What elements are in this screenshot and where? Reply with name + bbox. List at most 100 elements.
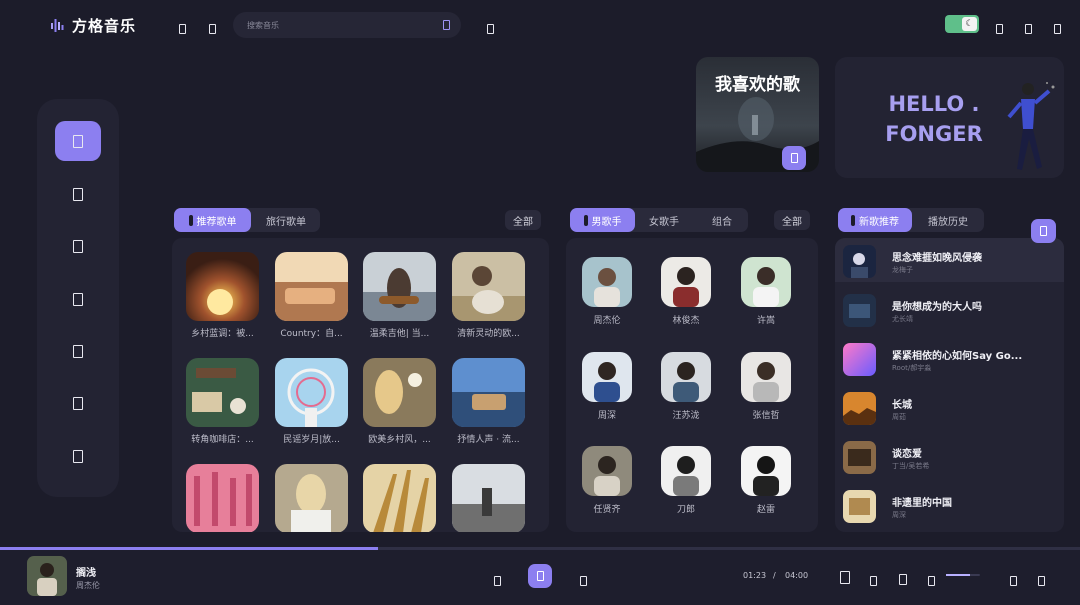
previous-button[interactable] — [494, 571, 501, 590]
settings-button[interactable] — [487, 19, 494, 38]
songs-panel: 思念难捱如晚风侵袭 龙梅子 是你想成为的大人吗 尤长靖 紧紧相依的心如何Say … — [835, 238, 1064, 532]
previous-icon — [494, 576, 501, 586]
song-row[interactable]: 思念难捱如晚风侵袭 龙梅子 — [835, 238, 1064, 282]
volume-fill — [946, 574, 970, 576]
playlist-card[interactable]: 民谣岁月|放... — [275, 358, 348, 445]
hello-line-1: HELLO . — [888, 92, 980, 116]
search-icon[interactable] — [443, 20, 450, 30]
sidebar-item-download[interactable] — [55, 383, 101, 423]
sidebar — [37, 99, 119, 497]
song-title: 非遗里的中国 — [892, 498, 952, 509]
search-box[interactable] — [233, 12, 461, 38]
progress-fill — [0, 547, 378, 550]
singer-name: 张信哲 — [752, 411, 780, 421]
playlist-cover — [452, 464, 525, 532]
progress-bar[interactable] — [0, 547, 1080, 550]
now-playing-artist: 周杰伦 — [76, 581, 100, 590]
maximize-button[interactable] — [1025, 19, 1032, 38]
singer-card[interactable]: 周杰伦 — [577, 257, 637, 326]
playlist-card[interactable]: 抒情人声 · 流... — [452, 358, 525, 445]
playlist-queue-button[interactable] — [840, 569, 850, 588]
next-button[interactable] — [580, 571, 587, 590]
playlist-cover — [452, 358, 525, 427]
sidebar-item-home[interactable] — [55, 121, 101, 161]
playlist-cover — [363, 252, 436, 321]
sidebar-item-playlist[interactable] — [55, 226, 101, 266]
playlist-card[interactable] — [275, 464, 348, 532]
singer-card[interactable]: 林俊杰 — [656, 257, 716, 326]
back-button[interactable] — [179, 19, 186, 38]
favorite-play-button[interactable] — [782, 146, 806, 170]
tab-recommended-playlists[interactable]: 推荐歌单 — [174, 208, 251, 232]
playlist-card[interactable]: 乡村蓝调：被... — [186, 252, 259, 339]
song-artist: 周茹 — [892, 413, 906, 421]
tab-play-history[interactable]: 播放历史 — [918, 208, 978, 232]
play-mode-button[interactable] — [899, 570, 907, 589]
sidebar-item-discover[interactable] — [55, 174, 101, 214]
tab-travel-playlists[interactable]: 旅行歌单 — [255, 208, 317, 232]
user-icon — [73, 449, 83, 463]
song-row[interactable]: 非遗里的中国 周深 — [835, 483, 1064, 527]
singer-avatar — [661, 352, 711, 402]
singer-card[interactable]: 汪苏泷 — [656, 352, 716, 421]
lyrics-button[interactable] — [1010, 571, 1017, 590]
song-row[interactable]: 紧紧相依的心如何Say Go... Root/郝宇淼 — [835, 336, 1064, 380]
playlist-card[interactable]: 欧美乡村风，... — [363, 358, 436, 445]
tab-new-songs[interactable]: 新歌推荐 — [838, 208, 912, 232]
back-icon — [179, 24, 186, 34]
lyrics-icon — [1010, 576, 1017, 586]
volume-slider[interactable] — [946, 574, 980, 576]
like-button[interactable] — [870, 571, 877, 590]
volume-button[interactable] — [928, 571, 935, 590]
now-playing-cover[interactable] — [27, 556, 67, 596]
fullscreen-button[interactable] — [1038, 571, 1045, 590]
singer-card[interactable]: 任贤齐 — [577, 446, 637, 515]
play-all-button[interactable] — [1031, 219, 1056, 243]
playlist-card[interactable]: 清新灵动的欧... — [452, 252, 525, 339]
heart-icon — [870, 576, 877, 586]
forward-button[interactable] — [209, 19, 216, 38]
song-artist: 尤长靖 — [892, 315, 913, 323]
singer-card[interactable]: 赵雷 — [736, 446, 796, 515]
minimize-button[interactable] — [996, 19, 1003, 38]
tab-label: 推荐歌单 — [196, 216, 237, 228]
playlist-cover — [186, 464, 259, 532]
sidebar-item-user[interactable] — [55, 436, 101, 476]
song-row[interactable]: 长城 周茹 — [835, 385, 1064, 429]
search-input[interactable] — [247, 12, 427, 38]
playlist-card[interactable]: Country：自... — [275, 252, 348, 339]
playlist-cover — [186, 358, 259, 427]
sidebar-item-favorite[interactable] — [55, 331, 101, 371]
singer-card[interactable]: 许嵩 — [736, 257, 796, 326]
playlists-all-button[interactable]: 全部 — [505, 210, 541, 230]
favorite-songs-card[interactable]: 我喜欢的歌 — [696, 57, 819, 172]
pause-icon — [536, 571, 544, 581]
tab-groups[interactable]: 组合 — [698, 208, 746, 232]
theme-toggle[interactable]: ☾ — [945, 15, 979, 33]
playlist-cover — [186, 252, 259, 321]
song-row[interactable]: 谈恋爱 丁当/吴若希 — [835, 434, 1064, 478]
play-pause-button[interactable] — [528, 564, 552, 588]
tab-male-singers[interactable]: 男歌手 — [570, 208, 635, 232]
close-button[interactable] — [1054, 19, 1061, 38]
singer-card[interactable]: 张信哲 — [736, 352, 796, 421]
playlist-cover — [275, 252, 348, 321]
playlist-card[interactable]: 转角咖啡店：... — [186, 358, 259, 445]
song-cover — [843, 392, 876, 425]
singers-all-button[interactable]: 全部 — [774, 210, 810, 230]
tab-indicator — [851, 214, 855, 226]
tab-label: 女歌手 — [649, 216, 679, 228]
playlist-name: 清新灵动的欧... — [457, 329, 520, 339]
sidebar-item-video[interactable] — [55, 279, 101, 319]
singers-panel: 周杰伦 林俊杰 许嵩 周深 汪苏泷 张信哲 任贤齐 刀郎 赵雷 — [566, 238, 818, 532]
playlist-card[interactable] — [186, 464, 259, 532]
playlist-card[interactable] — [363, 464, 436, 532]
discover-icon — [73, 187, 83, 201]
tab-female-singers[interactable]: 女歌手 — [640, 208, 688, 232]
playlist-card[interactable] — [452, 464, 525, 532]
singer-card[interactable]: 刀郎 — [656, 446, 716, 515]
singer-card[interactable]: 周深 — [577, 352, 637, 421]
song-row[interactable]: 是你想成为的大人吗 尤长靖 — [835, 287, 1064, 331]
playlist-card[interactable]: 温柔吉他| 当... — [363, 252, 436, 339]
playlist-name: 欧美乡村风，... — [368, 435, 431, 445]
